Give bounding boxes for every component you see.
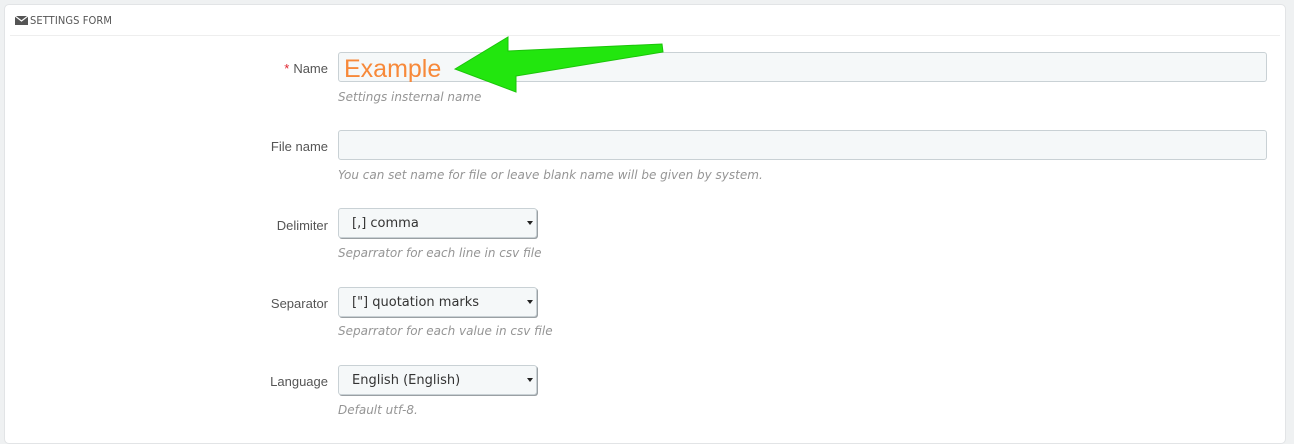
annotation-arrow-icon <box>453 36 664 93</box>
